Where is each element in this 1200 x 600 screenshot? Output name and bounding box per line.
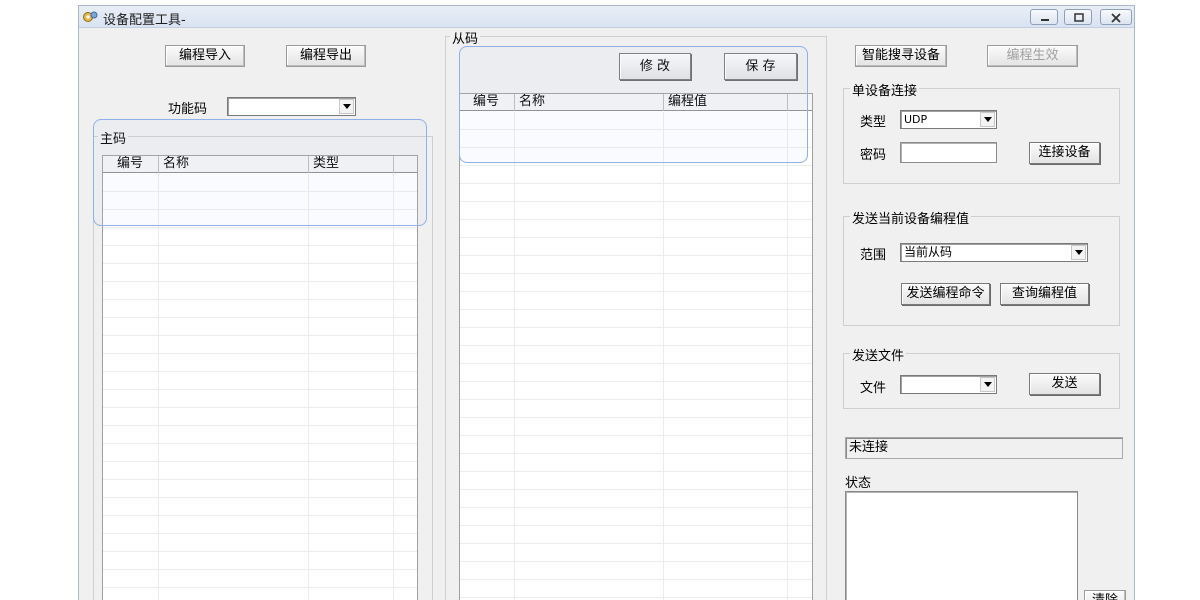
master-col-filler — [394, 156, 417, 173]
slave-col-filler — [788, 94, 812, 111]
connect-button[interactable]: 连接设备 — [1029, 142, 1100, 164]
slave-col-number[interactable]: 编号 — [460, 94, 515, 111]
maximize-button[interactable] — [1064, 9, 1092, 25]
send-command-button[interactable]: 发送编程命令 — [901, 283, 990, 305]
single-conn-groupbox: 单设备连接 — [843, 80, 1120, 184]
slave-list-header: 编号 名称 编程值 — [460, 94, 812, 111]
close-button[interactable] — [1100, 9, 1132, 25]
minimize-button[interactable] — [1030, 9, 1058, 25]
query-values-button[interactable]: 查询编程值 — [1000, 283, 1089, 305]
app-gear-icon — [82, 10, 98, 24]
single-conn-legend: 单设备连接 — [850, 80, 920, 99]
chevron-down-icon[interactable] — [980, 112, 995, 127]
chevron-down-icon[interactable] — [1071, 245, 1086, 260]
function-code-select[interactable] — [227, 97, 356, 116]
password-field[interactable] — [900, 142, 997, 163]
send-file-button[interactable]: 发送 — [1029, 373, 1100, 395]
chevron-down-icon[interactable] — [339, 99, 354, 114]
send-current-legend: 发送当前设备编程值 — [850, 208, 972, 227]
master-legend: 主码 — [98, 128, 129, 147]
slave-legend: 从码 — [450, 28, 481, 47]
range-value: 当前从码 — [904, 245, 953, 259]
slave-col-name[interactable]: 名称 — [515, 94, 664, 111]
status-label: 状态 — [845, 476, 872, 491]
password-label: 密码 — [860, 148, 887, 163]
master-col-type[interactable]: 类型 — [309, 156, 394, 173]
slave-col-value[interactable]: 编程值 — [664, 94, 788, 111]
type-label: 类型 — [860, 115, 887, 130]
type-value: UDP — [904, 113, 928, 126]
send-current-groupbox: 发送当前设备编程值 — [843, 208, 1120, 326]
master-list-header: 编号 名称 类型 — [103, 156, 417, 173]
status-log[interactable] — [845, 491, 1078, 600]
range-label: 范围 — [860, 248, 887, 263]
master-col-number[interactable]: 编号 — [103, 156, 159, 173]
title-bar: 设备配置工具- — [79, 6, 1134, 28]
master-list[interactable]: 编号 名称 类型 — [102, 155, 418, 600]
master-list-rows — [103, 174, 417, 600]
smart-search-button[interactable]: 智能搜寻设备 — [855, 45, 947, 67]
save-button[interactable]: 保 存 — [724, 53, 797, 80]
file-select[interactable] — [900, 375, 997, 394]
slave-list[interactable]: 编号 名称 编程值 — [459, 93, 813, 600]
modify-button[interactable]: 修 改 — [619, 53, 691, 80]
clear-button[interactable]: 清除 — [1084, 590, 1126, 600]
import-button[interactable]: 编程导入 — [165, 45, 245, 67]
master-col-name[interactable]: 名称 — [159, 156, 309, 173]
chevron-down-icon[interactable] — [980, 377, 995, 392]
send-file-legend: 发送文件 — [850, 345, 907, 364]
range-select[interactable]: 当前从码 — [900, 243, 1088, 262]
type-select[interactable]: UDP — [900, 110, 997, 129]
connection-status: 未连接 — [845, 437, 1123, 459]
slave-list-rows — [460, 112, 812, 600]
function-code-label: 功能码 — [168, 102, 208, 117]
window-title: 设备配置工具- — [103, 13, 186, 28]
main-window: 设备配置工具- 编程导入 编程导出 功能码 主码 编号 名称 类型 从码 修 改… — [78, 5, 1135, 600]
apply-button[interactable]: 编程生效 — [987, 45, 1078, 67]
export-button[interactable]: 编程导出 — [286, 45, 366, 67]
file-label: 文件 — [860, 381, 887, 396]
